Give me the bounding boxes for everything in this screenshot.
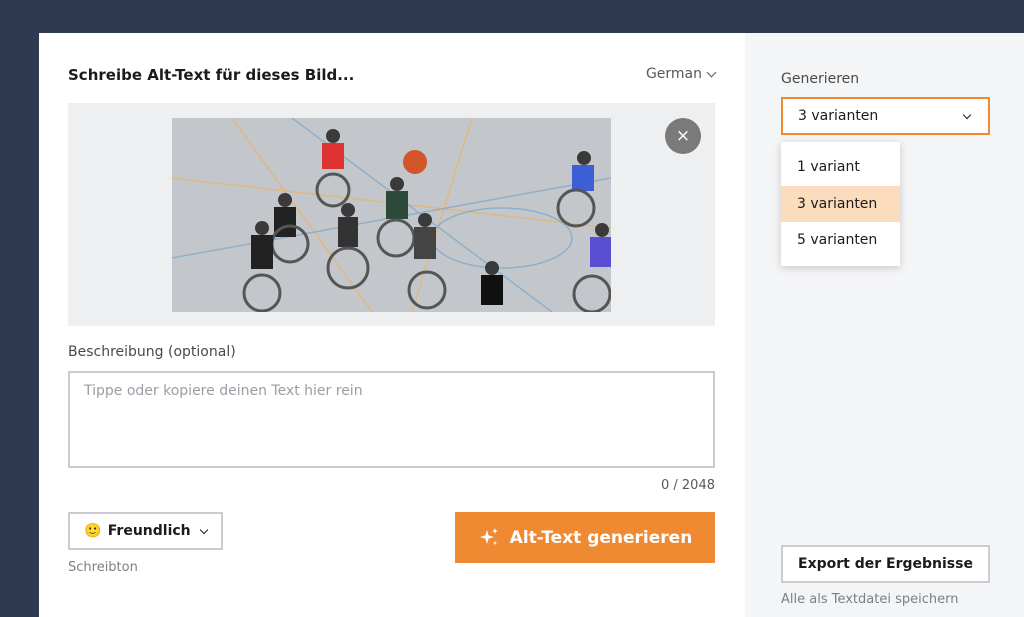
variant-count-value: 3 varianten (798, 108, 879, 124)
tone-hint: Schreibton (68, 560, 138, 575)
sparkles-icon (479, 527, 498, 545)
export-hint: Alle als Textdatei speichern (781, 592, 959, 607)
variant-option-1[interactable]: 1 variant (781, 149, 900, 186)
uploaded-photo (172, 118, 611, 312)
language-selector[interactable]: German (645, 66, 717, 82)
variant-count-select[interactable]: 3 varianten (781, 97, 990, 135)
remove-image-button[interactable]: × (665, 118, 701, 154)
variant-option-3[interactable]: 3 varianten (781, 185, 900, 222)
photo-illustration (172, 118, 611, 312)
image-preview-area: × (68, 103, 715, 326)
chevron-down-icon (962, 110, 972, 119)
form-heading: Schreibe Alt-Text für dieses Bild... (68, 66, 355, 84)
generate-count-label: Generieren (781, 71, 860, 87)
settings-sidebar: Generieren 3 varianten 1 variant 3 varia… (745, 33, 1024, 617)
generate-alt-text-button[interactable]: Alt-Text generieren (455, 512, 715, 563)
tone-value: Freundlich (107, 523, 191, 539)
description-label: Beschreibung (optional) (68, 344, 236, 360)
language-label: German (645, 66, 702, 82)
description-input[interactable] (68, 371, 715, 468)
chevron-down-icon (706, 67, 717, 77)
alt-text-form-panel: Schreibe Alt-Text für dieses Bild... Ger… (39, 33, 745, 617)
tone-selector[interactable]: 🙂 Freundlich (68, 512, 223, 550)
generate-label: Alt-Text generieren (509, 527, 693, 548)
smiley-icon: 🙂 (84, 523, 102, 539)
variant-option-5[interactable]: 5 varianten (781, 222, 900, 259)
close-icon: × (675, 126, 691, 146)
variant-count-dropdown: 1 variant 3 varianten 5 varianten (781, 142, 900, 266)
character-counter: 0 / 2048 (661, 478, 715, 493)
export-results-button[interactable]: Export der Ergebnisse (781, 545, 990, 583)
chevron-down-icon (199, 525, 208, 534)
